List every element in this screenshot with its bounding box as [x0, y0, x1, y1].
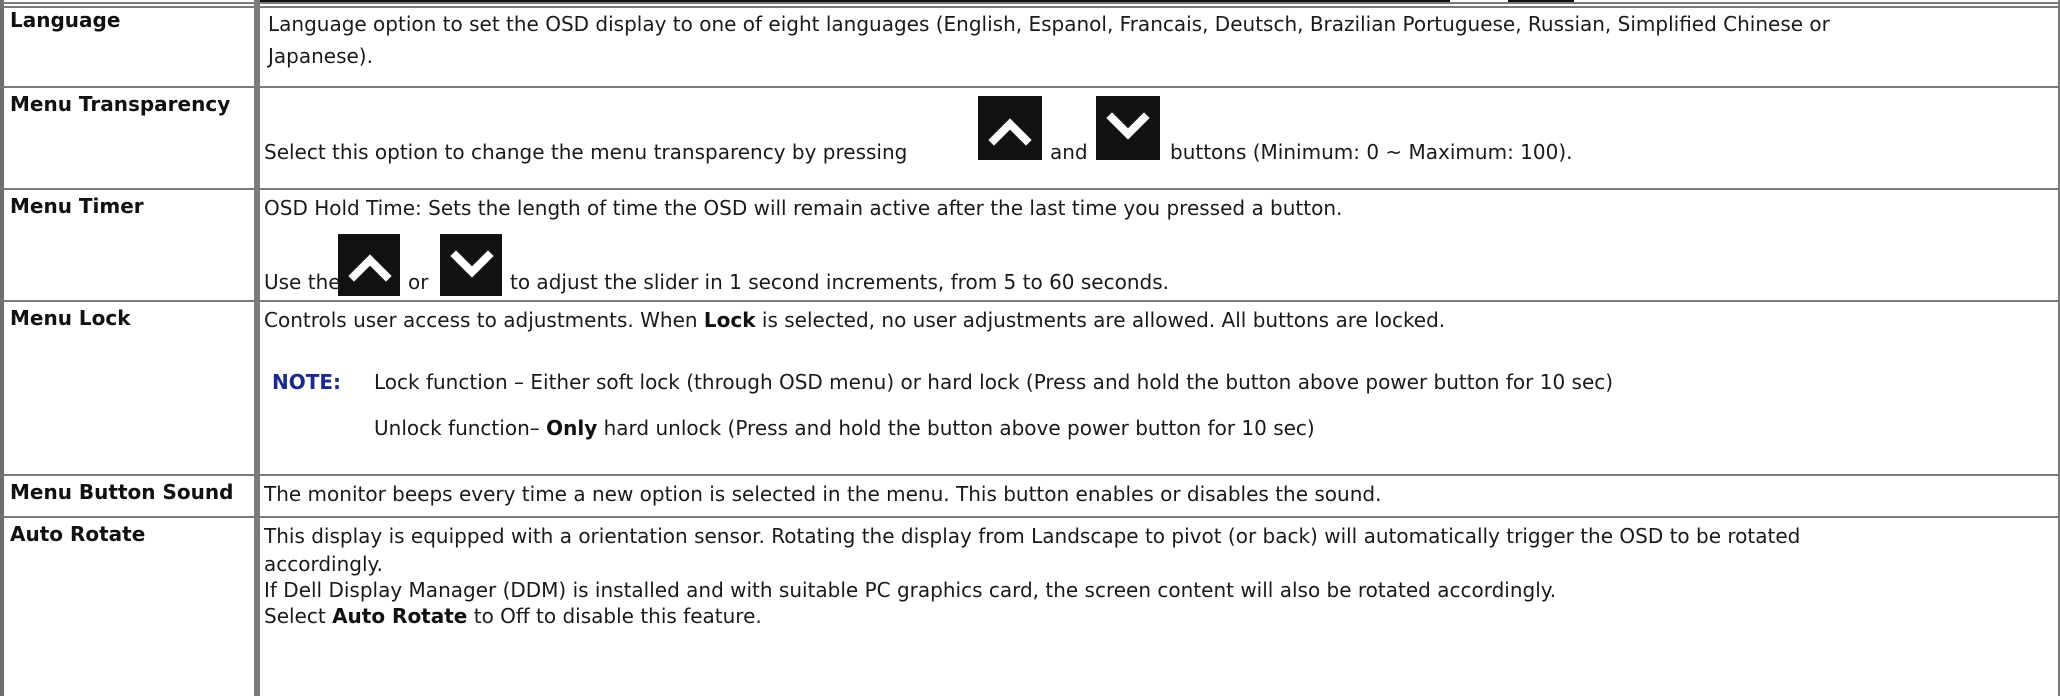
osd-settings-table: Language Language option to set the OSD … [0, 0, 2060, 696]
row-auto-rotate: Auto Rotate This display is equipped wit… [0, 516, 2060, 696]
row-label-menu-lock: Menu Lock [0, 300, 258, 476]
row-menu-transparency: Menu Transparency Select this option to … [0, 86, 2060, 190]
lock-desc-a: Controls user access to adjustments. Whe… [264, 308, 698, 332]
row-desc-language: Language option to set the OSD display t… [258, 2, 2060, 88]
language-line-1: Language option to set the OSD display t… [268, 12, 1830, 36]
row-desc-auto-rotate: This display is equipped with a orientat… [258, 516, 2060, 696]
rotate-line-4-b: to Off to disable this feature. [473, 604, 762, 628]
note-line-2-b: hard unlock (Press and hold the button a… [603, 416, 1315, 440]
row-desc-menu-timer: OSD Hold Time: Sets the length of time t… [258, 188, 2060, 302]
row-menu-lock: Menu Lock Controls user access to adjust… [0, 300, 2060, 476]
rotate-line-4-a: Select [264, 604, 326, 628]
row-label-menu-transparency: Menu Transparency [0, 86, 258, 190]
down-button [1096, 96, 1160, 160]
lock-desc-bold: Lock [703, 308, 756, 332]
row-menu-button-sound: Menu Button Sound The monitor beeps ever… [0, 474, 2060, 518]
lock-description: Controls user access to adjustments. Whe… [264, 304, 1445, 336]
row-label-menu-button-sound: Menu Button Sound [0, 474, 258, 518]
chevron-up-icon [988, 118, 1032, 146]
rotate-line-1: This display is equipped with a orientat… [264, 524, 1801, 548]
row-desc-menu-button-sound: The monitor beeps every time a new optio… [258, 474, 2060, 518]
note-line-2-a: Unlock function– [374, 416, 540, 440]
chevron-up-icon [348, 254, 392, 282]
note-line-2-bold: Only [546, 416, 598, 440]
transparency-text-before: Select this option to change the menu tr… [264, 140, 908, 164]
note-label: NOTE: [272, 370, 342, 394]
row-label-menu-timer: Menu Timer [0, 188, 258, 302]
row-desc-menu-lock: Controls user access to adjustments. Whe… [258, 300, 2060, 476]
note-line-2: Unlock function– Only hard unlock (Press… [374, 412, 1315, 444]
transparency-text-after: buttons (Minimum: 0 ~ Maximum: 100). [1170, 140, 1573, 164]
lock-desc-b: is selected, no user adjustments are all… [761, 308, 1446, 332]
timer-down-button [440, 234, 502, 296]
rotate-line-4-bold: Auto Rotate [332, 604, 468, 628]
language-line-2: Japanese). [268, 44, 373, 68]
timer-adjust: to adjust the slider in 1 second increme… [510, 270, 1169, 294]
timer-or: or [408, 270, 429, 294]
note-line-1: Lock function – Either soft lock (throug… [374, 370, 1614, 394]
chevron-down-icon [450, 250, 494, 278]
timer-use-the: Use the [264, 270, 341, 294]
transparency-text-middle: and [1050, 140, 1088, 164]
timer-up-button [338, 234, 400, 296]
row-desc-menu-transparency: Select this option to change the menu tr… [258, 86, 2060, 190]
sound-text: The monitor beeps every time a new optio… [264, 482, 1382, 506]
row-label-auto-rotate: Auto Rotate [0, 516, 258, 696]
up-button [978, 96, 1042, 160]
row-language: Language Language option to set the OSD … [0, 2, 2060, 88]
chevron-down-icon [1106, 112, 1150, 140]
row-label-language: Language [0, 2, 258, 88]
rotate-line-4: Select Auto Rotate to Off to disable thi… [264, 600, 762, 632]
timer-line-1: OSD Hold Time: Sets the length of time t… [264, 196, 1343, 220]
row-menu-timer: Menu Timer OSD Hold Time: Sets the lengt… [0, 188, 2060, 302]
